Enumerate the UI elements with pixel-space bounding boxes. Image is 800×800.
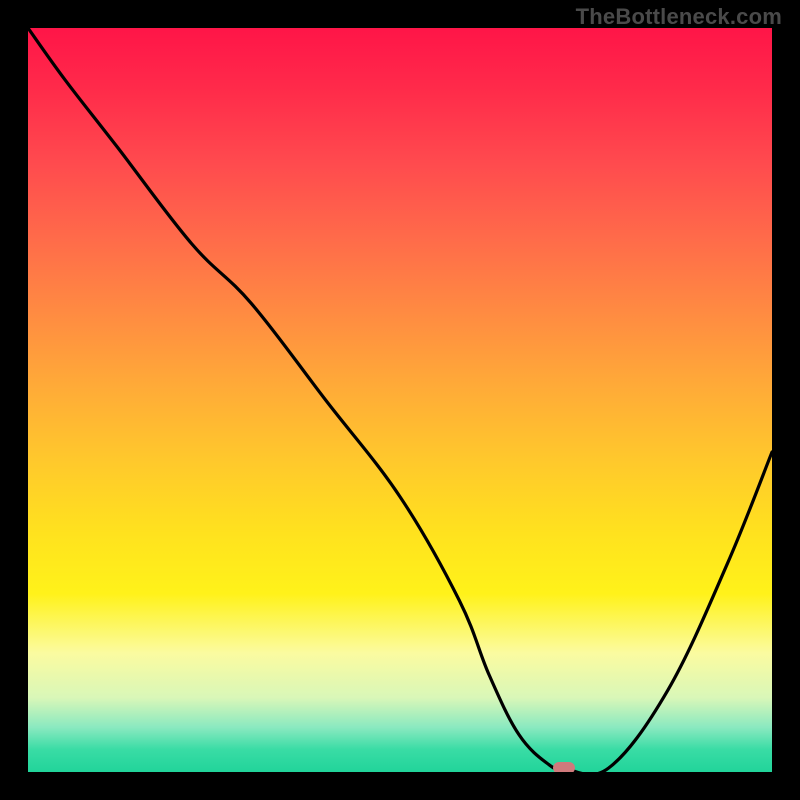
chart-frame: TheBottleneck.com bbox=[0, 0, 800, 800]
optimal-point-marker bbox=[553, 762, 575, 772]
bottleneck-curve bbox=[28, 28, 772, 772]
watermark-label: TheBottleneck.com bbox=[576, 4, 782, 30]
plot-area bbox=[28, 28, 772, 772]
